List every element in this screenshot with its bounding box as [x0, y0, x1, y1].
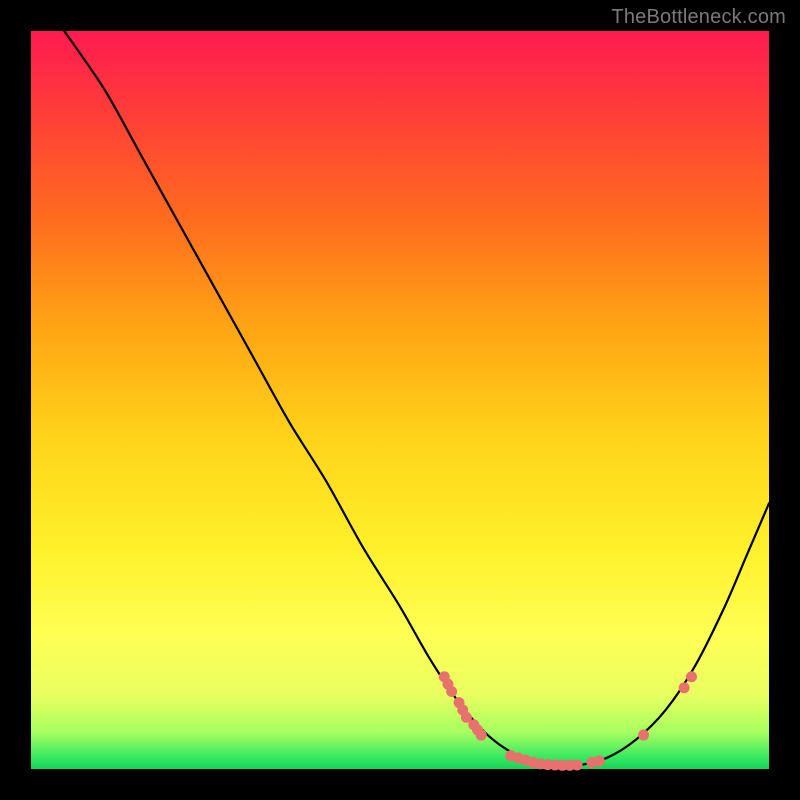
- curve-marker: [476, 730, 487, 741]
- curve-marker: [594, 755, 605, 766]
- curve-marker: [679, 682, 690, 693]
- curve-marker: [638, 730, 649, 741]
- chart-svg: [0, 0, 800, 800]
- curve-marker: [572, 759, 583, 770]
- chart-stage: TheBottleneck.com: [0, 0, 800, 800]
- curve-marker: [446, 686, 457, 697]
- plot-background: [31, 31, 769, 769]
- curve-marker: [686, 671, 697, 682]
